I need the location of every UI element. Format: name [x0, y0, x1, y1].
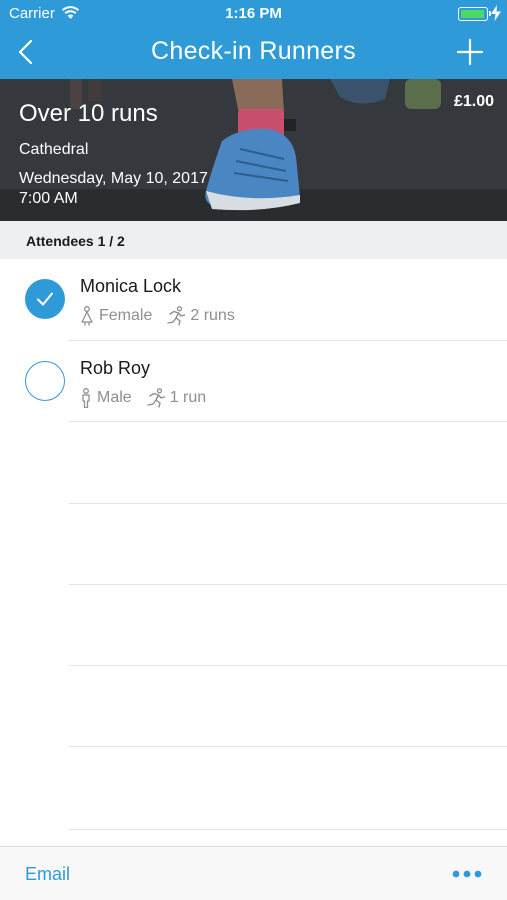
checkmark-icon: [37, 292, 53, 306]
attendee-name: Rob Roy: [80, 358, 151, 378]
attendee-meta: Male 1 run: [79, 388, 206, 408]
status-time: 1:16 PM: [225, 5, 282, 22]
row-divider: [69, 665, 507, 666]
status-bar: Carrier 1:16 PM: [0, 0, 507, 28]
more-dots-icon[interactable]: [452, 869, 482, 879]
attendee-name: Monica Lock: [80, 276, 182, 296]
bottom-toolbar: Email: [0, 846, 507, 900]
row-divider: [69, 829, 507, 830]
runner-icon: [167, 306, 186, 326]
event-venue: Cathedral: [19, 141, 89, 158]
battery-icon: [458, 7, 491, 21]
female-icon: [81, 306, 93, 326]
page-title: Check-in Runners: [151, 37, 356, 65]
navigation-bar: Carrier 1:16 PM Check-in Runners: [0, 0, 507, 79]
event-banner: Over 10 runs £1.00 Cathedral Wednesday, …: [0, 79, 507, 221]
email-button[interactable]: Email: [25, 864, 70, 885]
attendees-header: Attendees 1 / 2: [0, 221, 507, 259]
row-divider: [69, 584, 507, 585]
event-time: 7:00 AM: [19, 190, 78, 207]
battery-level: [460, 9, 484, 18]
event-title: Over 10 runs: [19, 100, 158, 127]
attendee-meta: Female 2 runs: [79, 306, 235, 326]
row-divider: [69, 503, 507, 504]
row-divider: [69, 421, 507, 422]
checked-in-checkbox[interactable]: [25, 279, 65, 319]
attendee-runs: 1 run: [169, 389, 207, 406]
event-price: £1.00: [453, 93, 494, 110]
attendee-gender: Male: [97, 389, 132, 406]
event-date: Wednesday, May 10, 2017: [19, 170, 208, 187]
attendee-gender: Female: [99, 307, 153, 324]
attendee-runs: 2 runs: [190, 307, 235, 324]
attendee-row[interactable]: Monica Lock Female 2 runs: [0, 259, 507, 340]
runner-icon: [146, 388, 165, 408]
male-icon: [82, 388, 90, 408]
add-plus-icon[interactable]: [456, 38, 484, 66]
attendee-row[interactable]: Rob Roy Male 1 run: [0, 341, 507, 422]
charging-bolt-icon: [491, 5, 501, 21]
unchecked-checkbox[interactable]: [25, 361, 65, 401]
row-divider: [69, 746, 507, 747]
